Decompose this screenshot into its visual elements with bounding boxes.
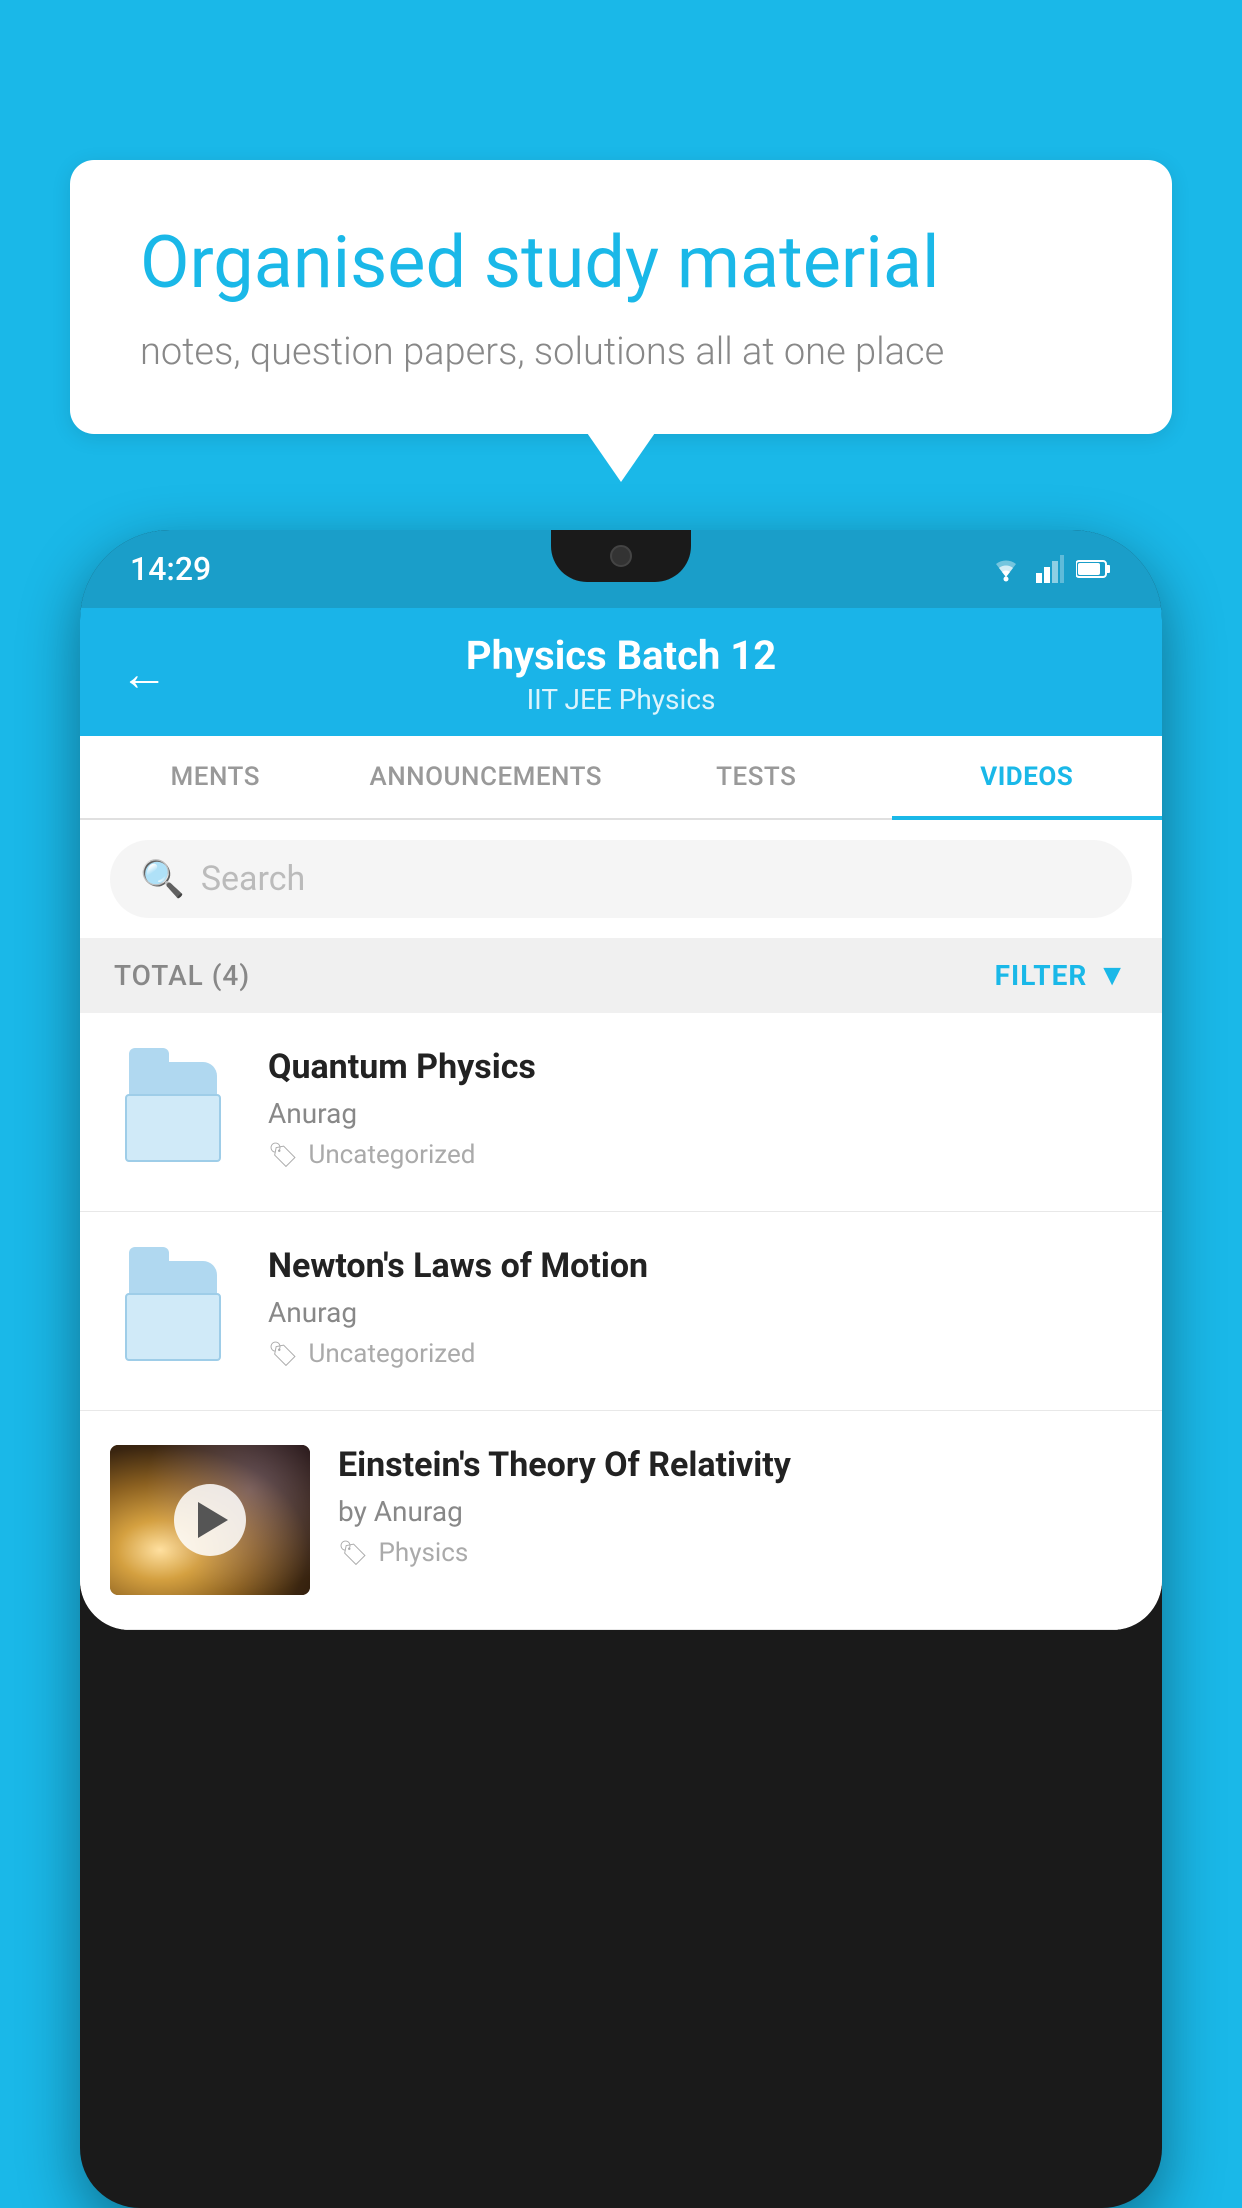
bubble-title: Organised study material [140,220,1102,306]
app-header: ← Physics Batch 12 IIT JEE Physics [80,608,1162,736]
bubble-subtitle: notes, question papers, solutions all at… [140,330,1102,374]
search-bar[interactable]: 🔍 Search [110,840,1132,918]
folder-front-1 [125,1094,221,1162]
list-item[interactable]: Newton's Laws of Motion Anurag 🏷 Uncateg… [80,1212,1162,1411]
phone-content: MENTS ANNOUNCEMENTS TESTS VIDEOS 🔍 Searc… [80,736,1162,1630]
tag-label-2: Uncategorized [308,1339,475,1369]
video-title-3: Einstein's Theory Of Relativity [338,1445,1132,1485]
status-icons [988,555,1112,583]
header-title-group: Physics Batch 12 IIT JEE Physics [198,632,1044,716]
video-title-2: Newton's Laws of Motion [268,1246,1132,1286]
header-subtitle: IIT JEE Physics [198,683,1044,716]
filter-icon: ▼ [1097,958,1128,993]
video-thumbnail-3 [110,1445,310,1595]
battery-icon [1076,558,1112,580]
video-author-3: by Anurag [338,1495,1132,1528]
search-container: 🔍 Search [80,820,1162,938]
phone-shell: 14:29 [80,530,1162,2208]
folder-front-2 [125,1293,221,1361]
video-list: Quantum Physics Anurag 🏷 Uncategorized [80,1013,1162,1630]
tab-videos[interactable]: VIDEOS [892,736,1163,818]
tab-announcements[interactable]: ANNOUNCEMENTS [351,736,622,818]
search-icon: 🔍 [140,858,185,900]
folder-icon-1 [125,1062,225,1162]
filter-button[interactable]: FILTER ▼ [995,958,1128,993]
tag-icon-2: 🏷 [268,1340,298,1368]
video-title-1: Quantum Physics [268,1047,1132,1087]
video-info-3: Einstein's Theory Of Relativity by Anura… [338,1445,1132,1568]
list-item[interactable]: Quantum Physics Anurag 🏷 Uncategorized [80,1013,1162,1212]
tag-icon-3: 🏷 [338,1539,368,1567]
notch [551,530,691,582]
play-overlay-3 [110,1445,310,1595]
video-info-2: Newton's Laws of Motion Anurag 🏷 Uncateg… [268,1246,1132,1369]
video-tag-3: 🏷 Physics [338,1538,1132,1568]
play-icon-3 [198,1502,228,1538]
header-title: Physics Batch 12 [198,632,1044,679]
status-bar: 14:29 [80,530,1162,608]
video-tag-2: 🏷 Uncategorized [268,1339,1132,1369]
tag-icon-1: 🏷 [268,1141,298,1169]
camera [610,545,632,567]
status-time: 14:29 [130,550,211,588]
video-author-2: Anurag [268,1296,1132,1329]
folder-thumbnail-2 [110,1246,240,1376]
folder-thumbnail-1 [110,1047,240,1177]
video-info-1: Quantum Physics Anurag 🏷 Uncategorized [268,1047,1132,1170]
list-item[interactable]: Einstein's Theory Of Relativity by Anura… [80,1411,1162,1630]
search-placeholder: Search [201,859,305,899]
video-tag-1: 🏷 Uncategorized [268,1140,1132,1170]
speech-bubble: Organised study material notes, question… [70,160,1172,434]
wifi-icon [988,555,1024,583]
filter-bar: TOTAL (4) FILTER ▼ [80,938,1162,1013]
video-author-1: Anurag [268,1097,1132,1130]
tag-label-1: Uncategorized [308,1140,475,1170]
speech-bubble-container: Organised study material notes, question… [70,160,1172,434]
filter-label: FILTER [995,959,1088,992]
folder-icon-2 [125,1261,225,1361]
tab-ments[interactable]: MENTS [80,736,351,818]
tag-label-3: Physics [378,1538,468,1568]
total-count-label: TOTAL (4) [114,959,250,992]
tabs-bar: MENTS ANNOUNCEMENTS TESTS VIDEOS [80,736,1162,820]
signal-icon [1036,555,1064,583]
play-circle-3 [174,1484,246,1556]
back-button[interactable]: ← [120,650,168,698]
tab-tests[interactable]: TESTS [621,736,892,818]
